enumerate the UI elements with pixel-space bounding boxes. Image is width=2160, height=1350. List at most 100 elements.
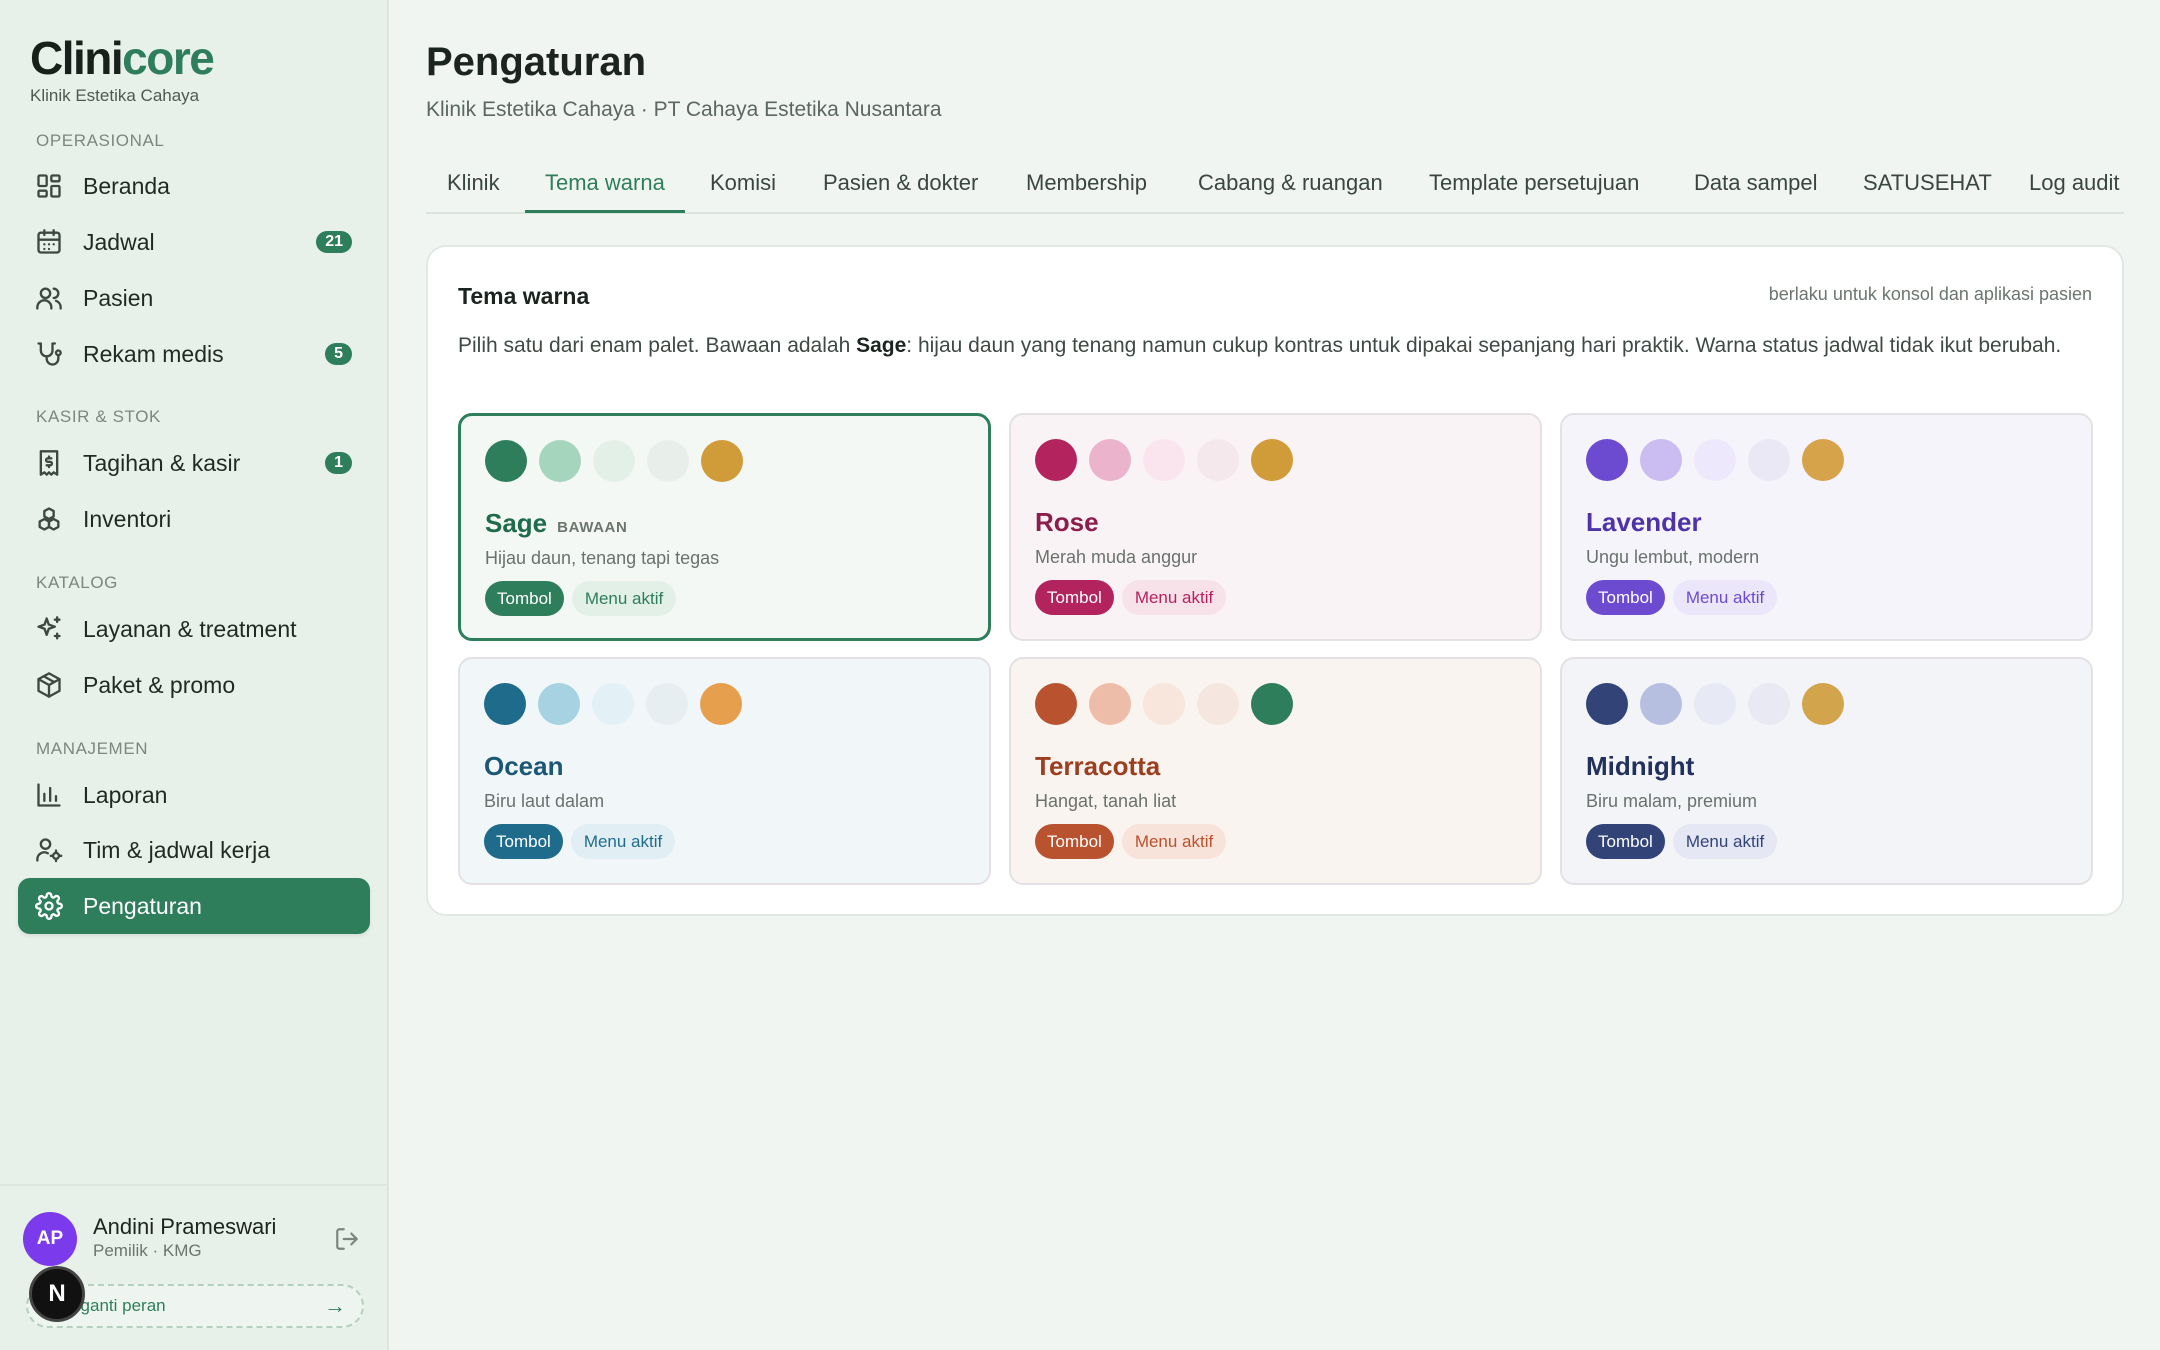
preview-button: Tombol xyxy=(485,581,564,616)
tab-pasien-dokter[interactable]: Pasien & dokter xyxy=(823,170,978,196)
tab-template-persetujuan[interactable]: Template persetujuan xyxy=(1429,170,1639,196)
color-swatch xyxy=(485,440,527,482)
user-name: Andini Prameswari xyxy=(93,1214,277,1239)
preview-active-menu: Menu aktif xyxy=(1121,580,1227,615)
palette-card-terracotta[interactable]: Terracotta Hangat, tanah liat Tombol Menu… xyxy=(1009,657,1542,885)
section-kasir-stok: KASIR & STOK xyxy=(36,407,161,426)
sidebar-item-label: Pasien xyxy=(83,284,154,311)
palette-preview: Tombol Menu aktif xyxy=(485,581,677,616)
tab-log-audit[interactable]: Log audit xyxy=(2029,170,2120,196)
swatch-row xyxy=(1035,439,1293,481)
calendar-icon xyxy=(35,228,63,256)
brand-logo-part2: core xyxy=(122,32,215,84)
palette-name-row: Terracotta xyxy=(1035,751,1160,782)
palette-description: Hangat, tanah liat xyxy=(1035,791,1177,811)
tab-komisi[interactable]: Komisi xyxy=(710,170,776,196)
sidebar-item-tagihan-kasir[interactable]: Tagihan & kasir 1 xyxy=(18,435,370,491)
sidebar-item-beranda[interactable]: Beranda xyxy=(18,158,370,214)
sidebar-item-pasien[interactable]: Pasien xyxy=(18,270,370,326)
theme-card-note: berlaku untuk konsol dan aplikasi pasien xyxy=(1768,284,2092,304)
page-title: Pengaturan xyxy=(426,40,647,84)
page-subtitle: Klinik Estetika Cahaya · PT Cahaya Estet… xyxy=(426,98,942,121)
receipt-icon xyxy=(35,449,63,477)
section-operasional: OPERASIONAL xyxy=(36,131,165,150)
color-swatch xyxy=(1197,439,1239,481)
settings-tabs: Klinik Tema warna Komisi Pasien & dokter… xyxy=(426,152,2124,214)
palette-name: Rose xyxy=(1035,507,1099,537)
sidebar-item-label: Beranda xyxy=(83,172,170,199)
sidebar-item-pengaturan[interactable]: Pengaturan xyxy=(18,878,370,934)
color-swatch xyxy=(1694,439,1736,481)
tab-data-sampel[interactable]: Data sampel xyxy=(1694,170,1818,196)
count-badge: 1 xyxy=(325,452,352,474)
gear-icon xyxy=(35,892,63,920)
palette-description: Merah muda anggur xyxy=(1035,547,1198,567)
palette-card-midnight[interactable]: Midnight Biru malam, premium Tombol Menu … xyxy=(1560,657,2093,885)
preview-active-menu: Menu aktif xyxy=(1672,824,1778,859)
sidebar-item-paket-promo[interactable]: Paket & promo xyxy=(18,657,370,713)
tab-tema-warna[interactable]: Tema warna xyxy=(545,170,665,196)
sidebar-item-laporan[interactable]: Laporan xyxy=(18,767,370,823)
palette-name: Terracotta xyxy=(1035,751,1161,781)
color-swatch xyxy=(1640,439,1682,481)
color-swatch xyxy=(1089,439,1131,481)
arrow-right-icon: → xyxy=(324,1293,346,1318)
color-swatch xyxy=(1802,439,1844,481)
palette-preview: Tombol Menu aktif xyxy=(484,824,676,859)
tab-membership[interactable]: Membership xyxy=(1026,170,1147,196)
palette-name: Lavender xyxy=(1586,507,1702,537)
palette-description: Biru laut dalam xyxy=(484,791,605,811)
avatar[interactable]: AP xyxy=(23,1212,77,1266)
count-badge: 21 xyxy=(316,231,352,253)
sidebar-item-rekam-medis[interactable]: Rekam medis 5 xyxy=(18,326,370,382)
preview-active-menu: Menu aktif xyxy=(1672,580,1778,615)
sidebar-item-label: Laporan xyxy=(83,781,168,808)
preview-button: Tombol xyxy=(1035,824,1114,859)
palette-name: Sage xyxy=(485,508,548,538)
bar-chart-icon xyxy=(35,781,63,809)
package-icon xyxy=(35,671,63,699)
swatch-row xyxy=(1586,439,1844,481)
color-swatch xyxy=(1640,683,1682,725)
swatch-row xyxy=(485,440,743,482)
brand: Clinicore Klinik Estetika Cahaya xyxy=(30,32,215,106)
sidebar-item-layanan-treatment[interactable]: Layanan & treatment xyxy=(18,601,370,657)
sidebar-item-inventori[interactable]: Inventori xyxy=(18,491,370,547)
color-swatch xyxy=(1586,439,1628,481)
brand-logo-part1: Clini xyxy=(30,32,124,84)
active-tab-indicator xyxy=(525,210,685,213)
color-swatch xyxy=(1694,683,1736,725)
palette-preview: Tombol Menu aktif xyxy=(1035,824,1227,859)
color-swatch xyxy=(701,440,743,482)
sidebar-item-label: Paket & promo xyxy=(83,671,236,698)
tab-satusehat[interactable]: SATUSEHAT xyxy=(1863,170,1992,196)
theme-card-description: Pilih satu dari enam palet. Bawaan adala… xyxy=(458,331,2078,361)
sidebar-item-label: Layanan & treatment xyxy=(83,615,297,642)
section-manajemen: MANAJEMEN xyxy=(36,739,149,758)
color-swatch xyxy=(1143,439,1185,481)
sidebar-item-jadwal[interactable]: Jadwal 21 xyxy=(18,214,370,270)
logout-icon[interactable] xyxy=(334,1226,360,1252)
tab-klinik[interactable]: Klinik xyxy=(447,170,500,196)
palette-card-ocean[interactable]: Ocean Biru laut dalam Tombol Menu aktif xyxy=(458,657,991,885)
sidebar-item-label: Tagihan & kasir xyxy=(83,449,241,476)
preview-active-menu: Menu aktif xyxy=(1121,824,1227,859)
color-swatch xyxy=(593,440,635,482)
color-swatch xyxy=(646,683,688,725)
tab-cabang-ruangan[interactable]: Cabang & ruangan xyxy=(1198,170,1383,196)
color-swatch xyxy=(1251,683,1293,725)
brand-logo[interactable]: Clinicore xyxy=(30,32,215,84)
palette-card-lavender[interactable]: Lavender Ungu lembut, modern Tombol Menu … xyxy=(1560,413,2093,641)
palette-card-sage[interactable]: Sage BAWAAN Hijau daun, tenang tapi tegas… xyxy=(458,413,991,641)
color-swatch xyxy=(538,683,580,725)
palette-description: Ungu lembut, modern xyxy=(1586,547,1760,567)
palette-name-row: Sage BAWAAN xyxy=(485,508,627,539)
swatch-row xyxy=(1035,683,1293,725)
sidebar-item-label: Inventori xyxy=(83,505,172,532)
palette-card-rose[interactable]: Rose Merah muda anggur Tombol Menu aktif xyxy=(1009,413,1542,641)
dev-tools-badge[interactable]: N xyxy=(29,1266,85,1322)
sidebar-item-tim-jadwal-kerja[interactable]: Tim & jadwal kerja xyxy=(18,822,370,878)
users-icon xyxy=(35,284,63,312)
palette-name: Ocean xyxy=(484,751,564,781)
color-swatch xyxy=(1802,683,1844,725)
